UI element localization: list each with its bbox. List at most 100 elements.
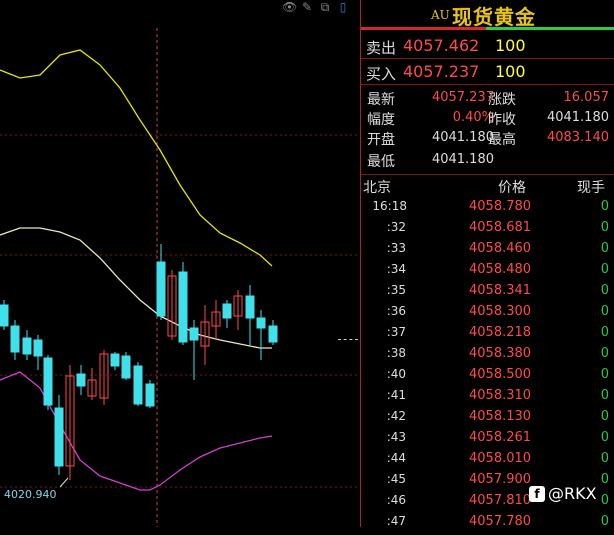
tick-row: :34 4058.480 0	[361, 262, 614, 283]
tick-volume: 0	[600, 451, 609, 466]
stat-value: 4057.237	[431, 90, 494, 105]
candle-body	[22, 337, 32, 355]
tick-volume: 0	[600, 367, 609, 382]
candle-body	[54, 407, 64, 467]
candle-body	[256, 317, 266, 329]
tick-price: 4057.900	[469, 472, 532, 487]
tick-volume: 0	[600, 325, 609, 340]
tick-price: 4058.460	[469, 241, 532, 256]
tick-row: :42 4058.130 0	[361, 409, 614, 430]
tick-volume: 0	[600, 430, 609, 445]
quote-panel: AU 现货黄金 卖出 4057.462 100 买入 4057.237 100 …	[360, 0, 614, 529]
tick-row: :36 4058.300 0	[361, 304, 614, 325]
candle-body	[110, 353, 120, 367]
tick-time: :46	[386, 493, 406, 507]
tick-row: :40 4058.500 0	[361, 367, 614, 388]
tick-volume: 0	[600, 346, 609, 361]
candle-body	[222, 303, 232, 319]
tick-price: 4058.130	[469, 409, 532, 424]
candlestick-chart[interactable]: 👁 ✎ ⧉ ▯ 4020.940	[0, 0, 360, 527]
tick-row: :47 4057.780 0	[361, 514, 614, 535]
stat-value: 4041.180	[546, 110, 609, 125]
tick-volume: 0	[600, 493, 609, 508]
tick-price: 4058.380	[469, 346, 532, 361]
tick-time: :44	[386, 451, 406, 465]
buy-label: 买入	[366, 65, 397, 83]
tick-price: 4058.780	[469, 199, 532, 214]
tick-row: :35 4058.341 0	[361, 283, 614, 304]
stat-label: 最高	[488, 132, 516, 148]
tick-row: :41 4058.310 0	[361, 388, 614, 409]
chart-canvas	[0, 28, 360, 527]
stat-label: 最低	[367, 154, 395, 170]
low-price-label: 4020.940	[4, 488, 57, 501]
tick-time: :38	[386, 346, 406, 360]
tick-volume: 0	[600, 388, 609, 403]
tick-time: :34	[386, 262, 406, 276]
divider	[361, 84, 614, 85]
stat-label: 开盘	[367, 132, 395, 148]
tick-volume: 0	[600, 472, 609, 487]
candle-body	[145, 383, 155, 407]
copy-icon[interactable]: ⧉	[318, 0, 332, 14]
stat-value: 4041.180	[431, 130, 494, 145]
tick-price: 4057.810	[469, 493, 532, 508]
tick-price: 4058.681	[469, 220, 532, 235]
tick-time: :41	[386, 388, 406, 402]
candle-body	[189, 327, 199, 341]
tick-price: 4058.480	[469, 262, 532, 277]
ticks-header-volume: 现手	[577, 180, 605, 196]
stat-value: 0.40%	[452, 110, 494, 125]
divider	[361, 174, 614, 175]
watermark-text: @RKX	[548, 484, 597, 503]
candle-body	[156, 261, 166, 317]
candle-body	[33, 339, 43, 357]
sell-strength-bar	[361, 27, 486, 30]
candle-body	[43, 357, 53, 406]
tick-price: 4058.261	[469, 430, 532, 445]
tick-row: :44 4058.010 0	[361, 451, 614, 472]
tick-time: :40	[386, 367, 406, 381]
sell-row: 卖出 4057.462 100	[361, 33, 614, 59]
tick-volume: 0	[600, 409, 609, 424]
tick-time: :47	[386, 514, 406, 528]
tick-time: :37	[386, 325, 406, 339]
tick-time: :42	[386, 409, 406, 423]
low-marker-arrow	[59, 477, 69, 488]
tick-price: 4058.010	[469, 451, 532, 466]
tick-volume: 0	[600, 283, 609, 298]
buy-volume: 100	[495, 62, 526, 81]
candle-body	[133, 365, 143, 405]
tick-price: 4058.310	[469, 388, 532, 403]
buy-price: 4057.237	[403, 62, 480, 81]
eye-icon[interactable]: 👁	[282, 0, 297, 14]
tick-time: 16:18	[372, 199, 407, 213]
candle-body	[0, 304, 9, 327]
candle-body	[268, 325, 278, 343]
candle-body	[76, 373, 86, 387]
tick-volume: 0	[600, 241, 609, 256]
stat-label: 昨收	[488, 112, 516, 128]
tick-row: 16:18 4058.780 0	[361, 199, 614, 220]
instrument-title: 现货黄金	[452, 5, 536, 29]
candle-body	[245, 295, 255, 319]
tick-time: :33	[386, 241, 406, 255]
sell-price: 4057.462	[403, 36, 480, 55]
ticks-header-time: 北京	[363, 180, 391, 196]
tick-row: :43 4058.261 0	[361, 430, 614, 451]
candle-body	[178, 271, 188, 343]
tick-price: 4058.341	[469, 283, 532, 298]
tick-volume: 0	[600, 199, 609, 214]
facebook-icon: f	[529, 485, 545, 502]
tick-row: :37 4058.218 0	[361, 325, 614, 346]
candle-body	[121, 355, 131, 379]
tick-price: 4058.218	[469, 325, 532, 340]
pencil-icon[interactable]: ✎	[300, 0, 314, 14]
bookmark-icon[interactable]: ▯	[336, 0, 350, 14]
stat-label: 最新	[367, 92, 395, 108]
tick-volume: 0	[600, 262, 609, 277]
symbol-tag: AU	[431, 8, 450, 22]
tick-price: 4058.500	[469, 367, 532, 382]
tick-price: 4058.300	[469, 304, 532, 319]
tick-time: :43	[386, 430, 406, 444]
